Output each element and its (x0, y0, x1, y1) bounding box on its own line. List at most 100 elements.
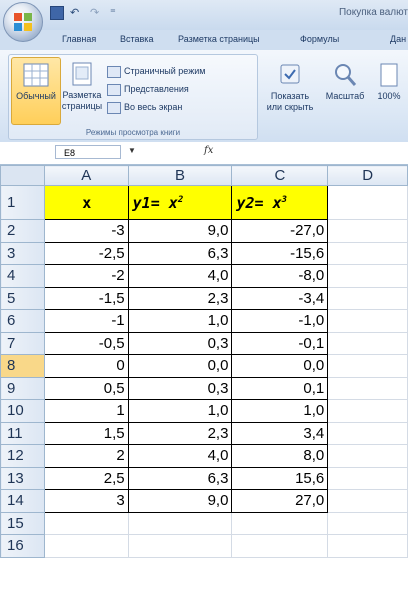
row-header[interactable]: 15 (0, 511, 45, 535)
cell-d[interactable] (327, 376, 408, 400)
normal-view-button[interactable]: Обычный (11, 57, 61, 125)
select-all-corner[interactable] (0, 165, 45, 186)
cell-b[interactable]: 0,3 (127, 331, 233, 355)
cell-c[interactable]: -15,6 (231, 241, 329, 265)
row-header[interactable]: 1 (0, 185, 45, 220)
row-header[interactable]: 7 (0, 331, 45, 355)
cell-c[interactable]: 3,4 (231, 421, 329, 445)
row-header[interactable]: 3 (0, 241, 45, 265)
tab-page-layout[interactable]: Разметка страницы (178, 34, 260, 44)
row-header[interactable]: 9 (0, 376, 45, 400)
cell-c[interactable] (231, 511, 329, 535)
column-header-d[interactable]: D (327, 165, 408, 186)
row-header[interactable]: 8 (0, 354, 45, 378)
cell-a[interactable]: 2 (43, 444, 129, 468)
page-break-preview-button[interactable]: Страничный режим (107, 63, 205, 79)
cell-a[interactable]: 3 (43, 489, 129, 513)
tab-formulas[interactable]: Формулы (300, 34, 339, 44)
cell-a[interactable]: 2,5 (43, 466, 129, 490)
row-header[interactable]: 4 (0, 264, 45, 288)
row-header[interactable]: 10 (0, 399, 45, 423)
column-header-b[interactable]: B (127, 165, 233, 186)
cell-a[interactable]: -1,5 (43, 286, 129, 310)
tab-data[interactable]: Дан (390, 34, 406, 44)
header-cell-x[interactable]: x (43, 185, 129, 220)
page-layout-view-button[interactable]: Разметка страницы (61, 57, 103, 123)
cell-d[interactable] (327, 466, 408, 490)
save-icon[interactable] (50, 6, 64, 20)
cell-d[interactable] (327, 219, 408, 243)
customize-qat-icon[interactable]: ⁼ (110, 6, 116, 19)
cell-c[interactable]: -1,0 (231, 309, 329, 333)
cell-a[interactable]: 0,5 (43, 376, 129, 400)
header-cell-y2[interactable]: y2= x3 (231, 185, 329, 220)
chevron-down-icon[interactable]: ▼ (128, 146, 136, 155)
cell-b[interactable]: 2,3 (127, 286, 233, 310)
row-header[interactable]: 11 (0, 421, 45, 445)
row-header[interactable]: 13 (0, 466, 45, 490)
row-header[interactable]: 16 (0, 534, 45, 558)
zoom-100-button[interactable]: 100% (370, 58, 408, 128)
cell-d[interactable] (327, 534, 408, 558)
header-cell-y1[interactable]: y1= x2 (127, 185, 233, 220)
row-header[interactable]: 12 (0, 444, 45, 468)
cell-b[interactable]: 1,0 (127, 399, 233, 423)
cell-b[interactable] (127, 511, 233, 535)
cell-b[interactable]: 0,0 (127, 354, 233, 378)
cell-c[interactable]: 0,0 (231, 354, 329, 378)
cell-d[interactable] (327, 511, 408, 535)
cell-b[interactable] (127, 534, 233, 558)
cell-a[interactable] (43, 511, 129, 535)
cell-d[interactable] (327, 309, 408, 333)
cell-d[interactable] (327, 264, 408, 288)
insert-function-icon[interactable]: fx (204, 145, 213, 156)
row-header[interactable]: 5 (0, 286, 45, 310)
cell-a[interactable]: 1 (43, 399, 129, 423)
cell-a[interactable]: 1,5 (43, 421, 129, 445)
cell-d[interactable] (327, 399, 408, 423)
cell-c[interactable]: -3,4 (231, 286, 329, 310)
show-hide-button[interactable]: Показать или скрыть (262, 58, 318, 128)
cell-a[interactable]: -0,5 (43, 331, 129, 355)
cell-b[interactable]: 4,0 (127, 264, 233, 288)
redo-icon[interactable]: ↷ (90, 6, 99, 19)
cell-d[interactable] (327, 444, 408, 468)
cell-c[interactable] (231, 534, 329, 558)
cell-b[interactable]: 9,0 (127, 219, 233, 243)
row-header[interactable]: 2 (0, 219, 45, 243)
cell-a[interactable] (43, 534, 129, 558)
cell-c[interactable]: 1,0 (231, 399, 329, 423)
cell-a[interactable]: -2,5 (43, 241, 129, 265)
cell-a[interactable]: -1 (43, 309, 129, 333)
cell-b[interactable]: 4,0 (127, 444, 233, 468)
cell-c[interactable]: -27,0 (231, 219, 329, 243)
formula-input[interactable] (224, 145, 408, 161)
cell-d[interactable] (327, 354, 408, 378)
cell-c[interactable]: -8,0 (231, 264, 329, 288)
custom-views-button[interactable]: Представления (107, 81, 189, 97)
cell-a[interactable]: 0 (43, 354, 129, 378)
cell-b[interactable]: 0,3 (127, 376, 233, 400)
zoom-button[interactable]: Масштаб (324, 58, 366, 128)
full-screen-button[interactable]: Во весь экран (107, 99, 182, 115)
undo-icon[interactable]: ↶ (70, 6, 79, 19)
row-header[interactable]: 14 (0, 489, 45, 513)
tab-insert[interactable]: Вставка (120, 34, 153, 44)
cell-d[interactable] (327, 241, 408, 265)
column-header-a[interactable]: A (43, 165, 129, 186)
row-header[interactable]: 6 (0, 309, 45, 333)
cell-b[interactable]: 6,3 (127, 466, 233, 490)
cell-b[interactable]: 2,3 (127, 421, 233, 445)
cell-c[interactable]: -0,1 (231, 331, 329, 355)
cell-d[interactable] (327, 421, 408, 445)
office-button[interactable] (3, 2, 43, 42)
tab-home[interactable]: Главная (62, 34, 96, 44)
cell-d[interactable] (327, 286, 408, 310)
column-header-c[interactable]: C (231, 165, 329, 186)
cell-a[interactable]: -2 (43, 264, 129, 288)
cell-b[interactable]: 6,3 (127, 241, 233, 265)
name-box[interactable]: E8 (55, 145, 121, 159)
cell-d[interactable] (327, 489, 408, 513)
cell-c[interactable]: 0,1 (231, 376, 329, 400)
cell-d[interactable] (327, 185, 408, 220)
